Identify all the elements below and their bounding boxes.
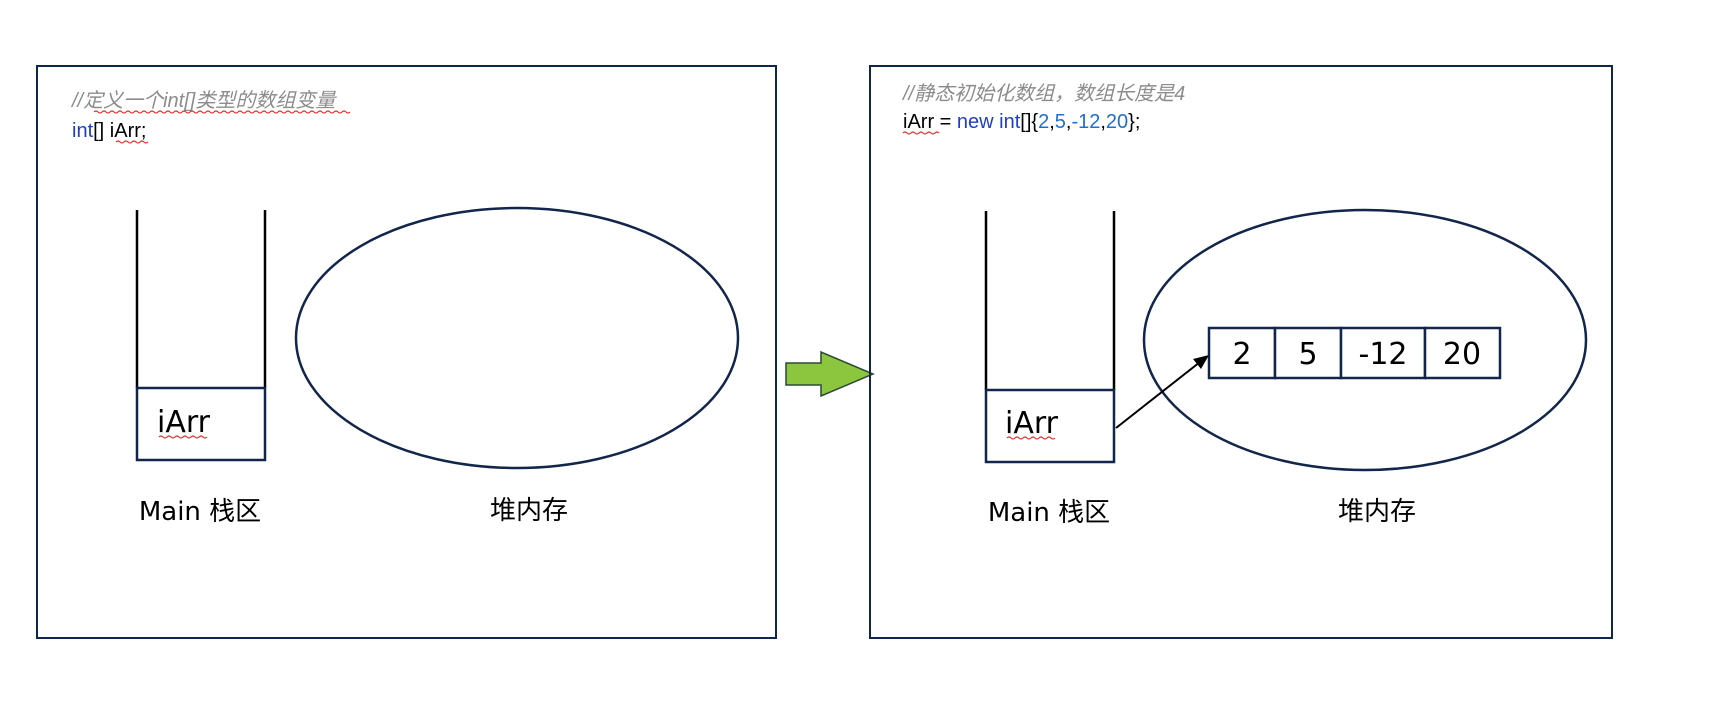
left-heap-label: 堆内存 bbox=[490, 496, 568, 526]
left-code-rest: [] iArr; bbox=[93, 120, 146, 142]
right-code-var: iArr bbox=[903, 111, 934, 133]
array-cell-1: 5 bbox=[1298, 337, 1317, 372]
right-code-comment: //静态初始化数组，数组长度是4 bbox=[901, 83, 1185, 105]
right-code-line: iArr = new int[]{2,5,-12,20}; bbox=[903, 111, 1140, 133]
block-arrow-right-icon bbox=[785, 350, 875, 398]
left-panel-frame bbox=[36, 65, 777, 639]
left-heap-ellipse bbox=[294, 206, 740, 470]
heap-array: 2 5 -12 20 bbox=[1207, 326, 1502, 380]
right-code-value-2: -12 bbox=[1071, 111, 1100, 133]
right-stack: iArr bbox=[984, 211, 1116, 464]
right-code-assign: = bbox=[934, 111, 957, 133]
left-code-line: int[] iArr; bbox=[72, 120, 146, 142]
left-code-comment: //定义一个int[]类型的数组变量 bbox=[70, 90, 337, 112]
right-code-brace-open: []{ bbox=[1020, 111, 1038, 133]
reference-arrow bbox=[1115, 355, 1209, 429]
array-cell-2: -12 bbox=[1359, 337, 1408, 372]
right-stack-label: Main 栈区 bbox=[988, 498, 1110, 528]
right-code-brace-close: }; bbox=[1128, 111, 1140, 133]
left-code-type-keyword: int bbox=[72, 120, 94, 142]
right-code-value-0: 2 bbox=[1038, 111, 1049, 133]
array-cell-0: 2 bbox=[1232, 337, 1251, 372]
left-stack-var: iArr bbox=[157, 405, 211, 440]
reference-arrow-head-icon bbox=[1193, 355, 1209, 369]
right-stack-var: iArr bbox=[1005, 406, 1059, 441]
left-stack-label: Main 栈区 bbox=[139, 497, 261, 527]
right-code-value-1: 5 bbox=[1055, 111, 1066, 133]
right-code-value-3: 20 bbox=[1106, 111, 1128, 133]
left-stack: iArr bbox=[135, 210, 267, 462]
right-heap-label: 堆内存 bbox=[1338, 497, 1416, 527]
memory-diagram: //定义一个int[]类型的数组变量 int[] iArr; iArr Main… bbox=[36, 65, 1613, 639]
right-code-new-keyword: new int bbox=[957, 111, 1021, 133]
array-cell-3: 20 bbox=[1443, 337, 1481, 372]
